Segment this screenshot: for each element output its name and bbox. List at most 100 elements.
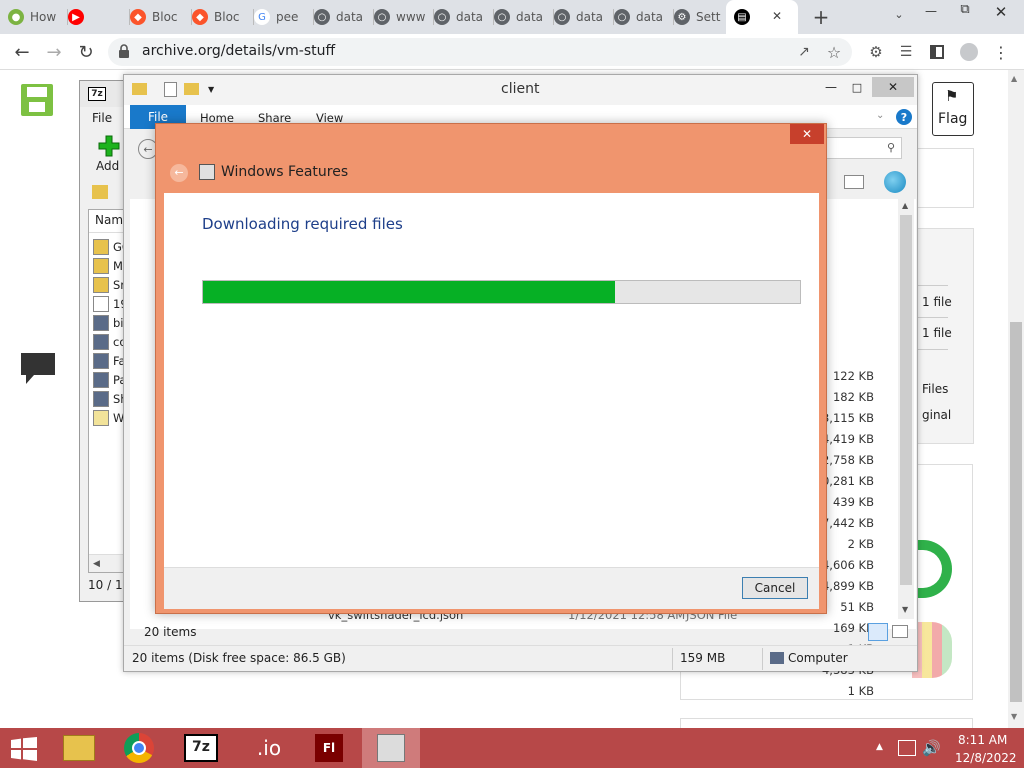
chat-bubble-icon[interactable]: [20, 352, 56, 386]
explorer-minimize-button[interactable]: —: [818, 77, 844, 97]
media-icon[interactable]: ☰: [896, 42, 916, 62]
sevenzip-menu-file[interactable]: File: [92, 111, 112, 125]
right-label-1[interactable]: 1 file: [922, 295, 952, 309]
preview-pane-icon[interactable]: [844, 175, 864, 189]
sevenzip-icon: 7z: [184, 734, 218, 762]
explorer-close-button[interactable]: ✕: [872, 77, 914, 97]
show-hidden-icons[interactable]: ▲: [876, 742, 883, 752]
browser-tab[interactable]: ○ www: [366, 0, 434, 34]
page-scrollbar[interactable]: ▲ ▼: [1008, 70, 1024, 728]
help-icon[interactable]: ?: [896, 109, 912, 125]
star-icon[interactable]: ☆: [824, 42, 844, 62]
taskbar-jio[interactable]: .io: [240, 728, 298, 768]
close-browser-button[interactable]: ✕: [990, 3, 1012, 25]
tab-label: Bloc: [214, 10, 240, 24]
file-list-scrollbar-thumb[interactable]: [900, 215, 912, 585]
url-text[interactable]: archive.org/details/vm-stuff: [142, 43, 335, 59]
save-floppy-icon[interactable]: [21, 84, 53, 116]
browser-tab[interactable]: ● How: [0, 0, 68, 34]
file-icon: [93, 257, 109, 274]
tab-label: How: [30, 10, 57, 24]
address-bar[interactable]: archive.org/details/vm-stuff ↗ ☆: [108, 38, 852, 66]
extensions-icon[interactable]: ⚙: [866, 42, 886, 62]
taskbar-7zip[interactable]: 7z: [172, 728, 230, 768]
chrome-icon: [124, 733, 154, 763]
sevenzip-row[interactable]: bi: [93, 312, 124, 333]
forward-arrow-icon[interactable]: →: [42, 40, 66, 64]
ribbon-expand-icon[interactable]: ⌄: [876, 110, 884, 121]
network-icon[interactable]: [898, 740, 916, 756]
profile-icon[interactable]: [960, 43, 978, 61]
cancel-button[interactable]: Cancel: [742, 577, 808, 599]
globe-icon[interactable]: [884, 171, 906, 193]
minimize-browser-button[interactable]: —: [920, 4, 942, 26]
right-label-4[interactable]: ginal: [922, 408, 951, 422]
tab-label: pee: [276, 10, 299, 24]
file-icon: [93, 276, 109, 293]
page-scrollbar-thumb[interactable]: [1010, 322, 1022, 702]
quick-newfolder-icon[interactable]: [184, 83, 199, 95]
dialog-footer: Cancel: [164, 567, 819, 609]
browser-tab[interactable]: ○ data: [606, 0, 674, 34]
side-panel-icon[interactable]: [930, 45, 944, 59]
taskbar-file-explorer[interactable]: [50, 728, 108, 768]
browser-tab[interactable]: ◆ Bloc: [122, 0, 192, 34]
close-tab-icon[interactable]: ✕: [770, 9, 784, 23]
browser-tab[interactable]: ▶: [60, 0, 130, 34]
sevenzip-row[interactable]: Pa: [93, 369, 126, 390]
dialog-close-button[interactable]: ✕: [790, 124, 824, 144]
restore-browser-button[interactable]: ⧉: [954, 2, 976, 24]
browser-tab[interactable]: ○ data: [426, 0, 494, 34]
large-icons-view-icon[interactable]: [892, 625, 908, 638]
browser-tab[interactable]: ○ data: [546, 0, 614, 34]
quick-properties-icon[interactable]: [164, 82, 177, 97]
back-arrow-icon[interactable]: ←: [10, 40, 34, 64]
browser-tab[interactable]: ○ data: [486, 0, 554, 34]
sevenzip-row[interactable]: Fa: [93, 350, 126, 371]
dialog-back-icon[interactable]: ←: [170, 164, 188, 182]
browser-tab[interactable]: ▤: [726, 0, 798, 34]
right-panel-4: [680, 718, 973, 728]
sevenzip-row[interactable]: W: [93, 407, 124, 428]
tab-search-icon[interactable]: ⌄: [890, 8, 908, 26]
share-icon[interactable]: ↗: [794, 42, 814, 62]
browser-tab[interactable]: ⚙ Sett: [666, 0, 734, 34]
tab-label: www: [396, 10, 426, 24]
file-list-scrollbar[interactable]: ▲ ▼: [898, 199, 914, 619]
start-button[interactable]: [10, 737, 38, 761]
search-box[interactable]: ⚲: [824, 137, 902, 159]
up-folder-icon[interactable]: [92, 185, 108, 199]
quick-access-dropdown-icon[interactable]: ▼: [208, 85, 214, 94]
file-icon: [93, 352, 109, 369]
sevenzip-row[interactable]: M: [93, 255, 123, 276]
right-label-2[interactable]: 1 file: [922, 326, 952, 340]
new-tab-button[interactable]: +: [810, 6, 832, 28]
quick-folder-icon[interactable]: [132, 83, 147, 95]
sevenzip-row-label: bi: [113, 315, 124, 330]
taskbar-windows-features[interactable]: [362, 728, 420, 768]
add-label[interactable]: Add: [96, 159, 119, 173]
clock-date[interactable]: 12/8/2022: [955, 751, 1017, 765]
clock-time[interactable]: 8:11 AM: [958, 733, 1007, 747]
file-size-cell: 1 KB: [847, 684, 874, 698]
details-view-icon[interactable]: [868, 623, 888, 641]
explorer-maximize-button[interactable]: □: [844, 77, 870, 97]
right-panel-2: 1 file 1 file Files ginal: [918, 228, 974, 444]
taskbar-flash[interactable]: Fl: [300, 728, 358, 768]
lock-icon: [118, 44, 130, 58]
browser-tab[interactable]: ◆ Bloc: [184, 0, 254, 34]
tab-label: data: [336, 10, 364, 24]
globe-icon: ○: [434, 9, 450, 25]
browser-tab[interactable]: Gpee: [246, 0, 314, 34]
reload-icon[interactable]: ↻: [74, 40, 98, 64]
colorful-grid-graphic: [912, 622, 952, 678]
right-label-3[interactable]: Files: [922, 382, 948, 396]
flag-button[interactable]: ⚑ Flag: [932, 82, 974, 136]
taskbar-chrome[interactable]: [110, 728, 168, 768]
menu-dots-icon[interactable]: ⋮: [992, 42, 1010, 62]
add-plus-icon[interactable]: [98, 135, 120, 157]
volume-icon[interactable]: 🔊: [922, 739, 941, 757]
computer-icon: [770, 652, 784, 664]
sevenzip-row[interactable]: co: [93, 331, 126, 352]
browser-tab[interactable]: ○ data: [306, 0, 374, 34]
